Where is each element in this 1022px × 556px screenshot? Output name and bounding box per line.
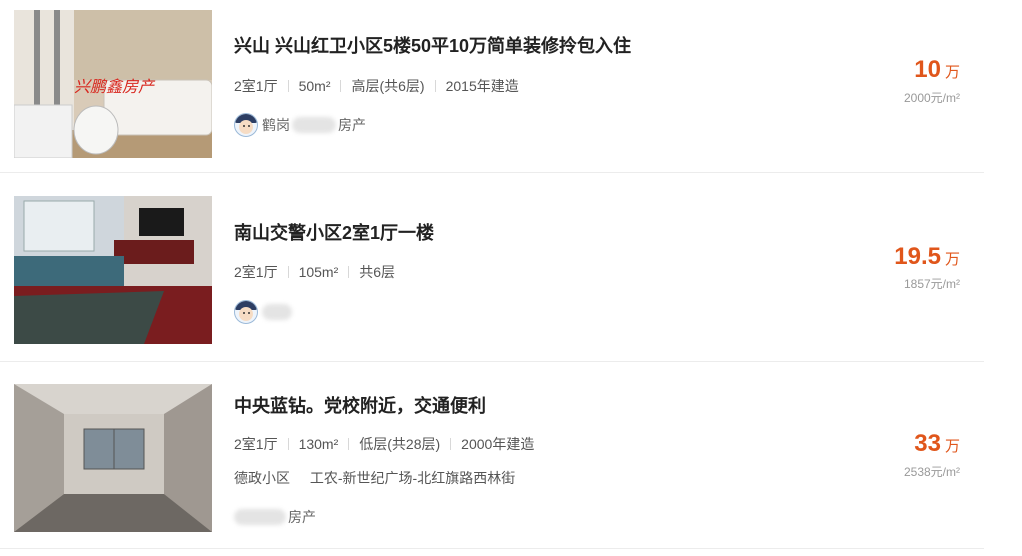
- redacted-text: [234, 509, 286, 525]
- community-link[interactable]: 德政小区: [234, 470, 290, 486]
- listing-title[interactable]: 中央蓝钻。党校附近，交通便利: [234, 392, 486, 418]
- area: 105m²: [298, 264, 339, 280]
- unit-price: 2538元/m²: [903, 465, 960, 479]
- build-year: 2015年建造: [445, 78, 519, 94]
- unit-price: 1857元/m²: [903, 277, 960, 291]
- photo-watermark: 兴鹏鑫房产: [74, 77, 156, 96]
- total-price: 10 万: [914, 56, 960, 84]
- agent-avatar: [234, 113, 258, 137]
- floor: 高层(共6层): [351, 78, 425, 94]
- build-year: 2000年建造: [461, 436, 535, 452]
- divider: [287, 80, 289, 92]
- price-value: 10: [914, 56, 941, 83]
- room-layout: 2室1厅: [234, 264, 278, 280]
- price-unit: 万: [944, 64, 960, 81]
- listing-address: 德政小区 工农-新世纪广场-北红旗路西林街: [234, 468, 515, 488]
- price-value: 33: [914, 430, 941, 457]
- price-unit: 万: [944, 251, 960, 268]
- room-layout: 2室1厅: [234, 78, 278, 94]
- floor: 低层(共28层): [359, 436, 441, 452]
- listing-item[interactable]: 兴鹏鑫房产 兴山 兴山红卫小区5楼50平10万简单装修拎包入住 2室1厅 50m…: [0, 0, 984, 173]
- redacted-text: [262, 304, 292, 320]
- room-layout: 2室1厅: [234, 436, 278, 452]
- listing-list: 兴鹏鑫房产 兴山 兴山红卫小区5楼50平10万简单装修拎包入住 2室1厅 50m…: [0, 0, 1022, 556]
- listing-item[interactable]: 中央蓝钻。党校附近，交通便利 2室1厅 130m² 低层(共28层) 2000年…: [0, 362, 984, 549]
- floor: 共6层: [359, 264, 396, 280]
- total-price: 33 万: [914, 430, 960, 458]
- living-room-photo: [14, 196, 212, 344]
- listing-photo[interactable]: 兴鹏鑫房产: [14, 10, 212, 158]
- unit-price: 2000元/m²: [903, 91, 960, 105]
- divider: [287, 438, 289, 450]
- agent-name-suffix: 房产: [288, 509, 316, 525]
- listing-photo[interactable]: [14, 196, 212, 344]
- area: 50m²: [298, 78, 331, 94]
- divider: [434, 80, 436, 92]
- divider: [287, 266, 289, 278]
- area: 130m²: [298, 436, 339, 452]
- agent-avatar: [234, 300, 258, 324]
- listing-title[interactable]: 南山交警小区2室1厅一楼: [234, 219, 434, 245]
- price-unit: 万: [944, 438, 960, 455]
- listing-title[interactable]: 兴山 兴山红卫小区5楼50平10万简单装修拎包入住: [234, 32, 631, 58]
- location-text: 工农-新世纪广场-北红旗路西林街: [309, 470, 516, 486]
- divider: [348, 266, 350, 278]
- divider: [340, 80, 342, 92]
- agent-info[interactable]: 房产: [234, 507, 316, 527]
- listing-attributes: 2室1厅 130m² 低层(共28层) 2000年建造: [234, 434, 534, 454]
- price-value: 19.5: [894, 243, 941, 270]
- divider: [348, 438, 350, 450]
- listing-attributes: 2室1厅 105m² 共6层: [234, 262, 395, 282]
- agent-name-prefix: 鹤岗: [262, 117, 290, 133]
- listing-attributes: 2室1厅 50m² 高层(共6层) 2015年建造: [234, 76, 519, 96]
- total-price: 19.5 万: [894, 243, 960, 271]
- empty-room-photo: [14, 384, 212, 532]
- listing-photo[interactable]: [14, 384, 212, 532]
- divider: [450, 438, 452, 450]
- bathroom-photo: 兴鹏鑫房产: [14, 10, 212, 158]
- listing-item[interactable]: 南山交警小区2室1厅一楼 2室1厅 105m² 共6层 19.5 万 1857元/…: [0, 173, 984, 362]
- agent-info[interactable]: [234, 300, 292, 324]
- redacted-text: [292, 117, 336, 133]
- agent-name-suffix: 房产: [338, 117, 366, 133]
- agent-info[interactable]: 鹤岗 房产: [234, 113, 366, 137]
